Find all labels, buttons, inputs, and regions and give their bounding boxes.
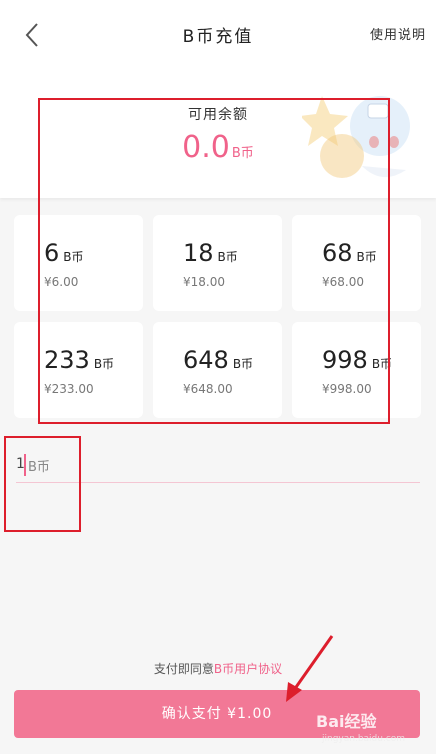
agreement-prefix: 支付即同意 [153, 662, 214, 676]
annotation-box-packages [38, 98, 390, 424]
annotation-box-input [4, 436, 81, 532]
agreement-link[interactable]: B币用户协议 [214, 662, 282, 676]
watermark-logo: Bai经验 [316, 712, 377, 731]
help-link[interactable]: 使用说明 [370, 24, 426, 43]
agreement-text: 支付即同意B币用户协议 [0, 660, 436, 677]
top-bar: B币充值 使用说明 [0, 0, 436, 68]
watermark-url: jingyan.baidu.com [322, 734, 406, 744]
annotation-arrow-icon [286, 635, 334, 702]
